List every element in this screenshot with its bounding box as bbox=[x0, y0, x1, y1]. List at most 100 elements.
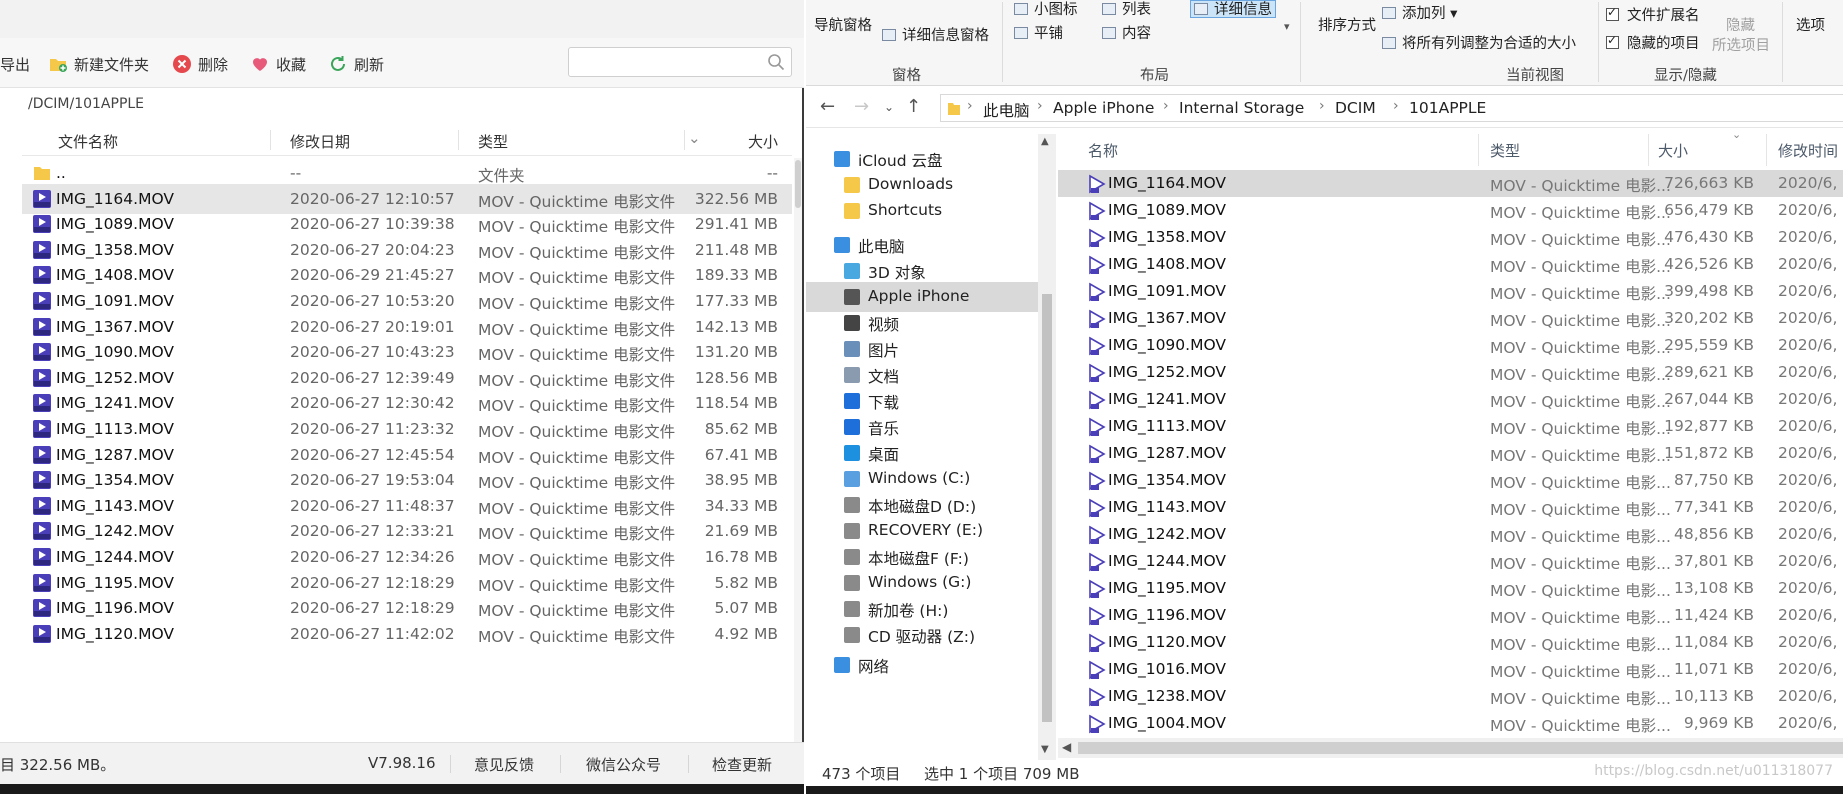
file-extensions-checkbox[interactable]: 文件扩展名 bbox=[1606, 4, 1700, 25]
file-row[interactable]: IMG_1196.MOV MOV - Quicktime 电影... 11,424 … bbox=[1058, 602, 1843, 629]
file-row[interactable]: IMG_1164.MOV MOV - Quicktime 电影... 726,663… bbox=[1058, 170, 1843, 197]
file-type: MOV - Quicktime 电影... bbox=[1490, 312, 1671, 330]
file-row[interactable]: IMG_1195.MOV MOV - Quicktime 电影... 13,108 … bbox=[1058, 575, 1843, 602]
col-type-header[interactable]: 类型 bbox=[1490, 140, 1520, 161]
sort-desc-icon: ⌄ bbox=[1732, 128, 1742, 141]
file-date: 2020-06-27 10:43:23 bbox=[290, 343, 455, 362]
table-row[interactable]: IMG_1120.MOV 2020-06-27 11:42:02 MOV - Qui… bbox=[22, 619, 792, 649]
col-date-header[interactable]: 修改时间 bbox=[1778, 140, 1838, 161]
scrollbar-thumb[interactable] bbox=[1078, 742, 1843, 754]
scroll-down-icon[interactable]: ▼ bbox=[1041, 744, 1049, 755]
navigation-pane: iCloud 云盘 Downloads Shortcuts 此电脑 3D 对象 Apple… bbox=[806, 134, 1038, 760]
col-date-header[interactable]: 修改日期 bbox=[290, 131, 350, 152]
column-divider[interactable] bbox=[684, 130, 685, 150]
chevron-down-icon[interactable]: ⌄ bbox=[688, 129, 701, 147]
options-button[interactable]: 选项 bbox=[1796, 14, 1825, 35]
file-row[interactable]: IMG_1242.MOV MOV - Quicktime 电影... 48,856 … bbox=[1058, 521, 1843, 548]
feedback-link[interactable]: 意见反馈 bbox=[474, 754, 534, 775]
wechat-link[interactable]: 微信公众号 bbox=[586, 754, 661, 775]
chevron-down-icon[interactable]: ▾ bbox=[1284, 20, 1290, 33]
col-size-header[interactable]: 大小 bbox=[748, 131, 778, 152]
forward-arrow-icon[interactable]: → bbox=[854, 96, 869, 117]
file-row[interactable]: IMG_1408.MOV MOV - Quicktime 电影... 426,526… bbox=[1058, 251, 1843, 278]
details-pane-button[interactable]: 详细信息窗格 bbox=[882, 24, 989, 45]
file-row[interactable]: IMG_1090.MOV MOV - Quicktime 电影... 295,559… bbox=[1058, 332, 1843, 359]
file-row[interactable]: IMG_1241.MOV MOV - Quicktime 电影... 267,044… bbox=[1058, 386, 1843, 413]
search-input[interactable] bbox=[568, 47, 792, 77]
file-date: 2020/6, bbox=[1778, 228, 1838, 246]
column-divider[interactable] bbox=[1478, 134, 1479, 166]
tiles-view-button[interactable]: 平铺 bbox=[1014, 22, 1063, 43]
delete-button[interactable]: 删除 bbox=[172, 52, 228, 76]
file-type: MOV - Quicktime 电影... bbox=[1490, 528, 1671, 546]
file-row[interactable]: IMG_1238.MOV MOV - Quicktime 电影... 10,113 … bbox=[1058, 683, 1843, 710]
file-row[interactable]: IMG_1143.MOV MOV - Quicktime 电影... 77,341 … bbox=[1058, 494, 1843, 521]
breadcrumb-item[interactable]: Apple iPhone bbox=[1053, 99, 1154, 117]
sort-by-button[interactable]: 排序方式 bbox=[1318, 14, 1376, 35]
file-size: 320,202 KB bbox=[1664, 309, 1754, 327]
file-row[interactable]: IMG_1287.MOV MOV - Quicktime 电影... 151,872… bbox=[1058, 440, 1843, 467]
nav-item[interactable]: CD 驱动器 (Z:) bbox=[806, 620, 1038, 650]
col-size-header[interactable]: 大小 bbox=[1658, 140, 1688, 161]
nav-scrollbar[interactable]: ▲ ▼ bbox=[1038, 134, 1056, 760]
column-divider[interactable] bbox=[1766, 134, 1767, 166]
scrollbar-thumb[interactable] bbox=[1042, 294, 1052, 722]
file-row[interactable]: IMG_1354.MOV MOV - Quicktime 电影... 87,750 … bbox=[1058, 467, 1843, 494]
file-row[interactable]: IMG_1004.MOV MOV - Quicktime 电影... 9,969 K… bbox=[1058, 710, 1843, 736]
recent-locations-chevron-icon[interactable]: ⌄ bbox=[884, 100, 894, 114]
video-file-icon bbox=[1089, 498, 1106, 518]
file-type: MOV - Quicktime 电影... bbox=[1490, 582, 1671, 600]
breadcrumb-item[interactable]: Internal Storage bbox=[1179, 99, 1304, 117]
file-row[interactable]: IMG_1091.MOV MOV - Quicktime 电影... 399,498… bbox=[1058, 278, 1843, 305]
address-breadcrumb[interactable]: › 此电脑 › Apple iPhone › Internal Storage … bbox=[940, 94, 1843, 122]
details-label: 详细信息 bbox=[1214, 2, 1272, 18]
fit-columns-button[interactable]: 将所有列调整为合适的大小 bbox=[1382, 32, 1576, 53]
back-arrow-icon[interactable]: ← bbox=[820, 96, 835, 117]
divider bbox=[450, 755, 451, 773]
list-view-button[interactable]: 列表 bbox=[1102, 0, 1151, 19]
file-row[interactable]: IMG_1120.MOV MOV - Quicktime 电影... 11,084 … bbox=[1058, 629, 1843, 656]
col-name-header[interactable]: 名称 bbox=[1088, 140, 1118, 161]
horizontal-scrollbar[interactable]: ◀ bbox=[1058, 738, 1843, 758]
column-divider[interactable] bbox=[458, 130, 459, 150]
divider bbox=[688, 755, 689, 773]
column-divider[interactable] bbox=[1648, 134, 1649, 166]
nav-item[interactable]: Shortcuts bbox=[806, 196, 1038, 226]
col-name-header[interactable]: 文件名称 bbox=[58, 131, 118, 152]
small-icons-button[interactable]: 小图标 bbox=[1014, 0, 1078, 19]
file-row[interactable]: IMG_1358.MOV MOV - Quicktime 电影... 476,430… bbox=[1058, 224, 1843, 251]
content-view-button[interactable]: 内容 bbox=[1102, 22, 1151, 43]
file-row[interactable]: IMG_1113.MOV MOV - Quicktime 电影... 192,877… bbox=[1058, 413, 1843, 440]
file-row[interactable]: IMG_1252.MOV MOV - Quicktime 电影... 289,621… bbox=[1058, 359, 1843, 386]
file-row[interactable]: IMG_1016.MOV MOV - Quicktime 电影... 11,071 … bbox=[1058, 656, 1843, 683]
check-update-link[interactable]: 检查更新 bbox=[712, 754, 772, 775]
favorite-button[interactable]: 收藏 bbox=[250, 52, 306, 76]
search-icon[interactable] bbox=[767, 53, 785, 71]
breadcrumb-item[interactable]: DCIM bbox=[1335, 99, 1376, 117]
hide-selected-button[interactable]: 隐藏 bbox=[1726, 14, 1755, 35]
col-type-header[interactable]: 类型 bbox=[478, 131, 508, 152]
file-row[interactable]: IMG_1244.MOV MOV - Quicktime 电影... 37,801 … bbox=[1058, 548, 1843, 575]
new-folder-button[interactable]: 新建文件夹 bbox=[48, 52, 149, 76]
details-view-label-wrap[interactable]: 详细信息 bbox=[1194, 0, 1272, 19]
scrollbar-thumb[interactable] bbox=[795, 160, 801, 208]
file-row[interactable]: IMG_1367.MOV MOV - Quicktime 电影... 320,202… bbox=[1058, 305, 1843, 332]
file-name: IMG_1113.MOV bbox=[56, 420, 174, 438]
file-name: IMG_1164.MOV bbox=[56, 189, 174, 208]
breadcrumb-item[interactable]: 此电脑 bbox=[983, 99, 1030, 121]
left-scrollbar[interactable] bbox=[794, 158, 802, 742]
breadcrumb-item[interactable]: 101APPLE bbox=[1409, 99, 1486, 117]
divider bbox=[1300, 2, 1301, 82]
nav-item-label: Windows (C:) bbox=[868, 469, 971, 487]
hidden-items-checkbox[interactable]: 隐藏的项目 bbox=[1606, 32, 1700, 53]
scroll-up-icon[interactable]: ▲ bbox=[1041, 136, 1049, 147]
file-row[interactable]: IMG_1089.MOV MOV - Quicktime 电影... 656,479… bbox=[1058, 197, 1843, 224]
nav-pane-button[interactable]: 导航窗格 bbox=[814, 14, 872, 35]
nav-item[interactable]: 网络 bbox=[806, 650, 1038, 680]
refresh-button[interactable]: 刷新 bbox=[328, 52, 384, 76]
up-arrow-icon[interactable]: ↑ bbox=[906, 96, 921, 117]
scroll-left-icon[interactable]: ◀ bbox=[1062, 740, 1071, 754]
add-columns-button[interactable]: 添加列 ▾ bbox=[1382, 2, 1457, 23]
column-divider[interactable] bbox=[270, 130, 271, 150]
export-button[interactable]: 导出 bbox=[0, 52, 30, 76]
